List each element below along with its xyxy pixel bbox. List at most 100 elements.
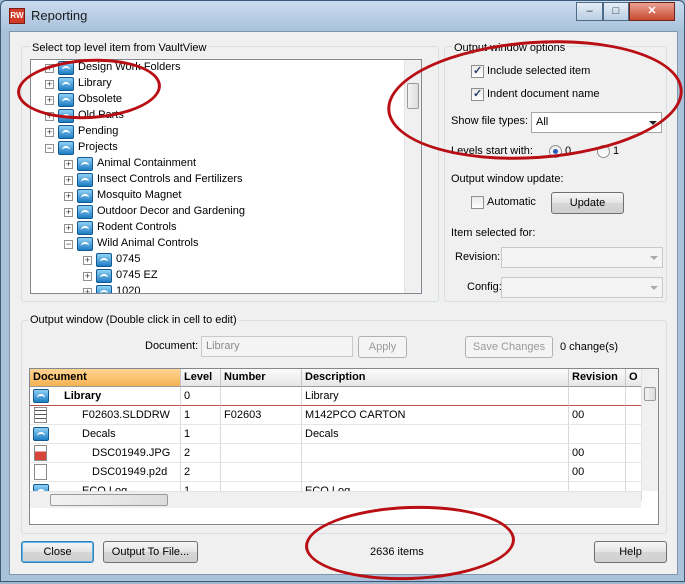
revision-dropdown[interactable] [501,247,663,268]
reporting-window: RW Reporting – □ ✕ Select top level item… [0,0,685,584]
tree-item-label: 0745 EZ [116,269,158,281]
tree-item[interactable]: +0745 [31,252,403,268]
config-dropdown[interactable] [501,277,663,298]
grid-cell-o[interactable] [626,463,642,482]
level-1-label[interactable]: 1 [613,145,619,157]
grid-cell-number[interactable] [221,463,302,482]
grid-cell-o[interactable] [626,406,642,425]
chevron-down-icon[interactable] [645,278,662,297]
column-header-level[interactable]: Level [181,369,221,387]
grid-cell-revision[interactable]: 00 [569,406,626,425]
tree-item[interactable]: +1020 [31,284,403,294]
tree-item[interactable]: − Projects [31,140,403,156]
grid-hscroll-thumb[interactable] [50,494,168,506]
column-header-o[interactable]: O [626,369,642,387]
close-window-button[interactable]: ✕ [629,2,675,21]
grid-cell-level[interactable]: 2 [181,444,221,463]
tree-item[interactable]: + Rodent Controls [31,220,403,236]
grid-cell-level[interactable]: 2 [181,463,221,482]
grid-cell-revision[interactable] [569,425,626,444]
automatic-label[interactable]: Automatic [487,196,536,208]
config-label: Config: [467,281,502,293]
grid-cell-level[interactable]: 0 [181,387,221,406]
grid-cell-level[interactable]: 1 [181,406,221,425]
expand-toggle-icon[interactable]: + [64,160,73,169]
expand-toggle-icon[interactable]: + [64,192,73,201]
document-name: DSC01949.p2d [92,466,168,478]
expand-toggle-icon[interactable]: − [64,240,73,249]
output-grid[interactable]: Document Level Number Description Revisi… [29,368,659,525]
expand-toggle-icon[interactable]: + [83,288,92,293]
document-icon [34,464,47,480]
expand-toggle-icon[interactable]: + [64,176,73,185]
grid-cell-number[interactable]: F02603 [221,406,302,425]
tree-item[interactable]: − Wild Animal Controls [31,236,403,252]
folder-icon [96,285,112,293]
grid-cell-o[interactable] [626,387,642,406]
grid-cell-description[interactable] [302,463,569,482]
expand-toggle-icon[interactable]: + [83,256,92,265]
column-header-description[interactable]: Description [302,369,569,387]
grid-cell-description[interactable]: Library [302,387,569,406]
drawing-icon [34,407,47,423]
folder-icon [33,389,49,403]
help-button[interactable]: Help [594,541,667,563]
apply-button[interactable]: Apply [358,336,407,358]
grid-cell-document[interactable]: DSC01949.p2d [30,463,181,482]
image-icon [34,445,47,461]
tree-item[interactable]: + Insect Controls and Fertilizers [31,172,403,188]
output-to-file-button[interactable]: Output To File... [103,541,198,563]
grid-cell-revision[interactable]: 00 [569,463,626,482]
grid-vscroll-thumb[interactable] [644,387,656,401]
expand-toggle-icon[interactable]: + [64,208,73,217]
column-header-revision[interactable]: Revision [569,369,626,387]
column-header-document[interactable]: Document [30,369,181,387]
grid-vscrollbar[interactable] [641,369,658,491]
grid-cell-document[interactable]: Decals [30,425,181,444]
grid-cell-document[interactable]: Library [30,387,181,406]
expand-toggle-icon[interactable]: + [83,272,92,281]
tree-item-label: Projects [78,141,118,153]
folder-icon [58,125,74,139]
tree-item[interactable]: +0745 EZ [31,268,403,284]
document-name: Decals [82,428,116,440]
automatic-checkbox[interactable] [471,196,484,209]
grid-cell-description[interactable]: M142PCO CARTON [302,406,569,425]
update-button[interactable]: Update [551,192,624,214]
grid-cell-description[interactable] [302,444,569,463]
tree-item[interactable]: + Outdoor Decor and Gardening [31,204,403,220]
grid-cell-revision[interactable]: 00 [569,444,626,463]
grid-cell-o[interactable] [626,425,642,444]
document-name: DSC01949.JPG [92,447,171,459]
save-changes-button[interactable]: Save Changes [465,336,553,358]
grid-cell-level[interactable]: 1 [181,425,221,444]
tree-item[interactable]: + Pending [31,124,403,140]
document-label: Document: [145,340,199,352]
tree-item[interactable]: + Mosquito Magnet [31,188,403,204]
maximize-button[interactable]: □ [603,2,629,21]
expand-toggle-icon[interactable]: + [64,224,73,233]
folder-icon [96,269,112,283]
grid-hscrollbar[interactable] [30,491,641,508]
grid-cell-document[interactable]: F02603.SLDDRW [30,406,181,425]
grid-cell-number[interactable] [221,425,302,444]
title-bar[interactable]: RW Reporting – □ ✕ [1,1,684,31]
close-button[interactable]: Close [21,541,94,563]
grid-cell-number[interactable] [221,444,302,463]
tree-item-label: 1020 [116,285,141,294]
grid-cell-number[interactable] [221,387,302,406]
document-name: Library [64,390,102,402]
tree-item[interactable]: + Animal Containment [31,156,403,172]
tree-panel-label: Select top level item from VaultView [30,42,209,54]
chevron-down-icon[interactable] [645,248,662,267]
grid-cell-document[interactable]: DSC01949.JPG [30,444,181,463]
expand-toggle-icon[interactable]: + [45,128,54,137]
output-update-label: Output window update: [451,173,564,185]
column-header-number[interactable]: Number [221,369,302,387]
grid-cell-revision[interactable] [569,387,626,406]
expand-toggle-icon[interactable]: − [45,144,54,153]
minimize-button[interactable]: – [576,2,603,21]
document-field[interactable]: Library [201,336,353,357]
grid-cell-description[interactable]: Decals [302,425,569,444]
grid-cell-o[interactable] [626,444,642,463]
